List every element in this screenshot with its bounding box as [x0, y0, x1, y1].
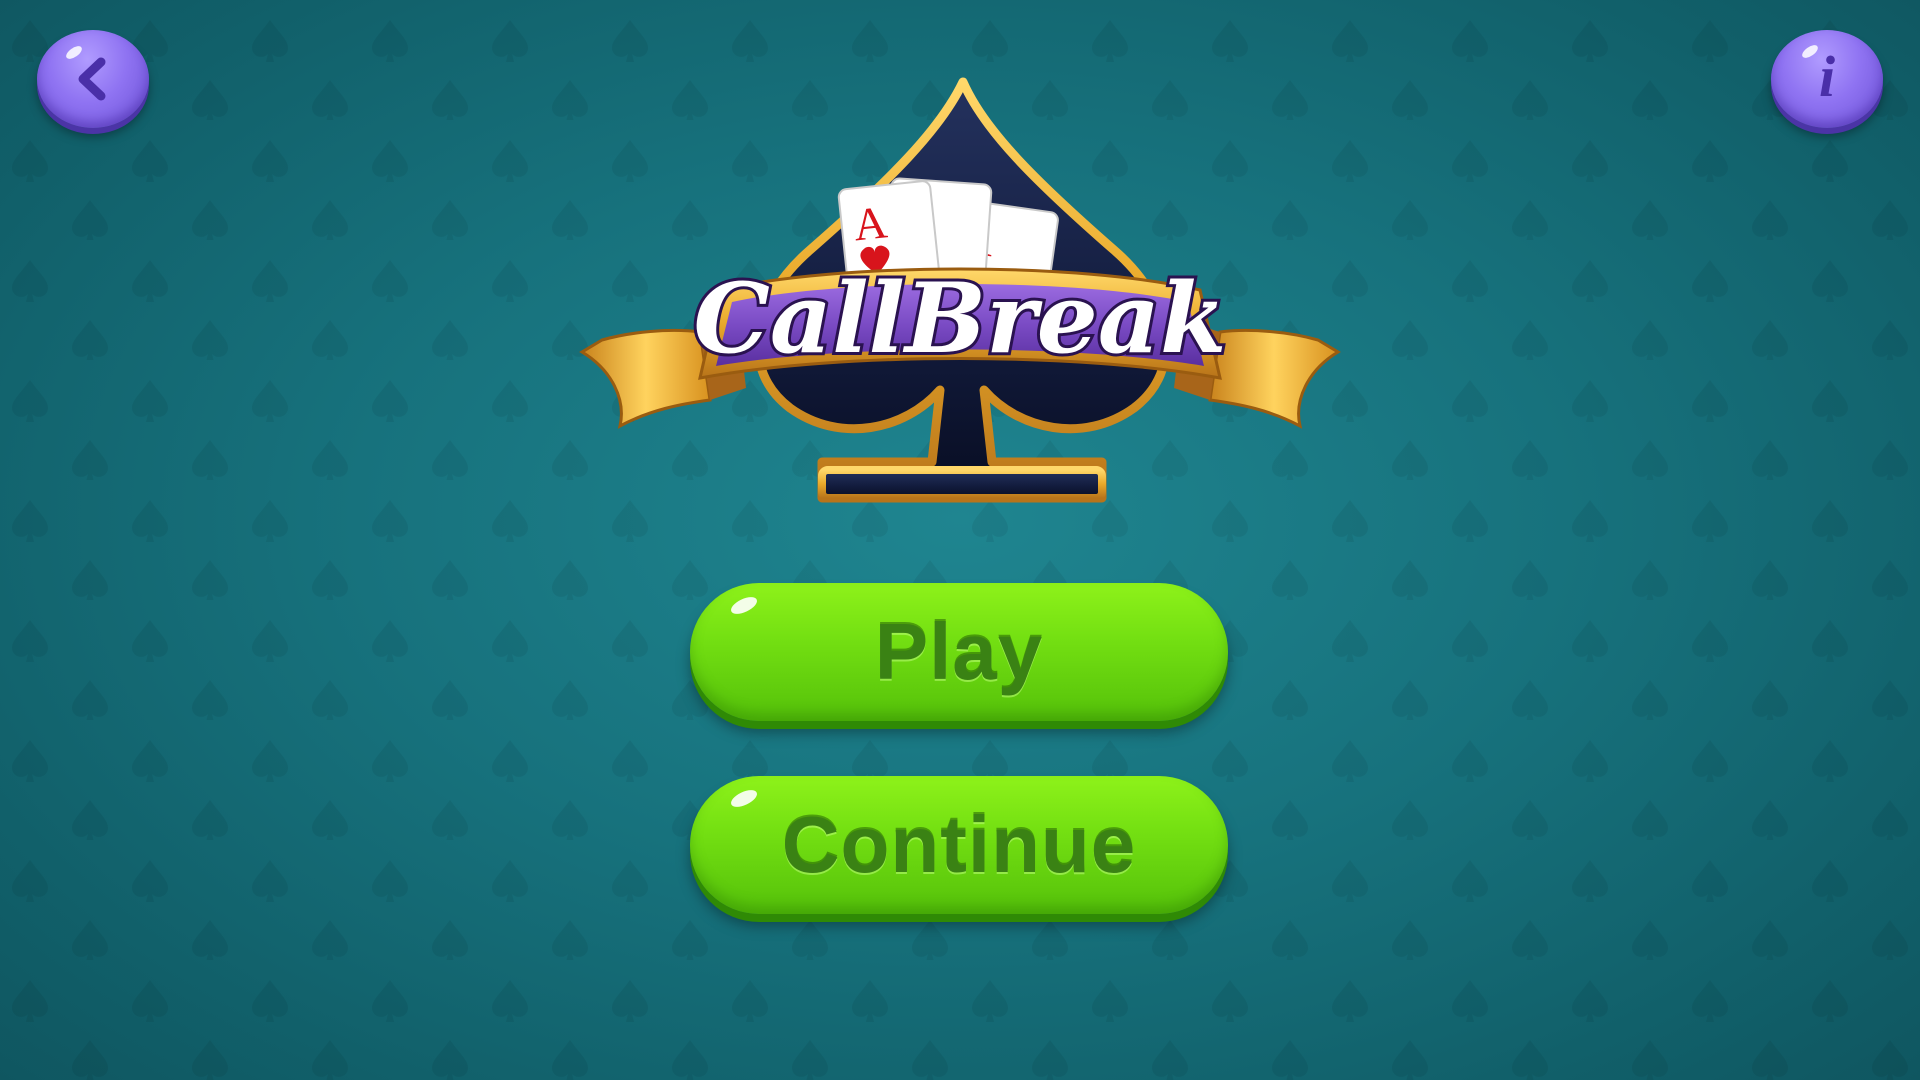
continue-button[interactable]: Continue	[690, 776, 1228, 914]
info-icon: i	[1818, 44, 1836, 109]
chevron-left-icon	[78, 57, 106, 101]
callbreak-logo: A A A CallBreak	[579, 77, 1341, 503]
back-button[interactable]	[37, 30, 149, 128]
continue-button-label: Continue	[781, 800, 1137, 889]
button-gloss	[728, 786, 760, 811]
logo-title: CallBreak	[693, 262, 1226, 375]
card-rank: A	[851, 196, 889, 250]
button-gloss	[728, 593, 760, 618]
button-gloss	[1800, 42, 1820, 61]
info-button[interactable]: i	[1771, 30, 1883, 128]
play-button-label: Play	[874, 607, 1044, 696]
play-button[interactable]: Play	[690, 583, 1228, 721]
